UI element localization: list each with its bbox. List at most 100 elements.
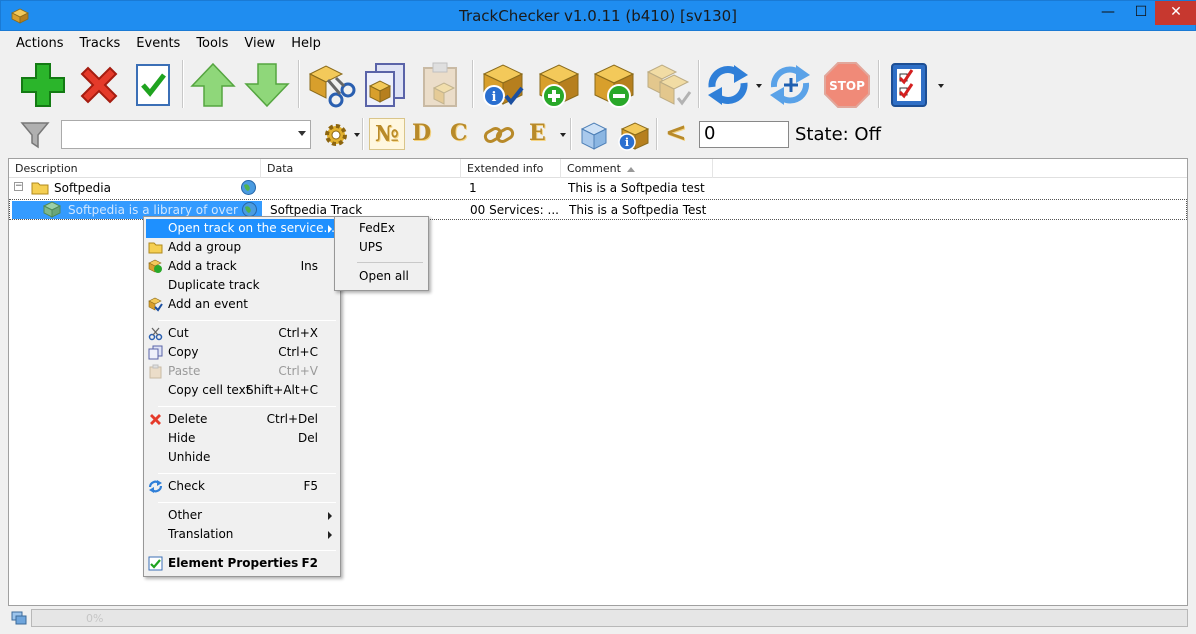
gear-icon[interactable]: [322, 121, 350, 149]
column-header-comment[interactable]: Comment: [561, 159, 713, 178]
menu-item-label: Other: [168, 508, 203, 522]
menu-tools[interactable]: Tools: [188, 34, 236, 54]
menu-item-check[interactable]: Check F5: [146, 477, 338, 496]
stop-icon[interactable]: STOP: [823, 61, 871, 109]
package-info-small-icon[interactable]: i: [616, 119, 650, 151]
minimize-button[interactable]: —: [1093, 1, 1123, 25]
submenu-item-open-all[interactable]: Open all: [359, 269, 409, 283]
maximize-button[interactable]: ☐: [1126, 1, 1156, 25]
close-button[interactable]: ✕: [1155, 1, 1196, 25]
box-open-icon[interactable]: [578, 119, 610, 151]
list-header: Description Data Extended info Comment: [9, 159, 1187, 178]
filter-combobox[interactable]: [61, 120, 311, 149]
package-check-icon: [148, 297, 163, 312]
refresh-all-icon[interactable]: [766, 61, 816, 109]
progress-bar: 0%: [31, 609, 1188, 627]
menu-item-hide[interactable]: Hide Del: [146, 429, 338, 448]
toolbar-separator: [298, 60, 300, 108]
menu-item-open-track-on-service[interactable]: Open track on the service...: [146, 219, 338, 238]
submenu-item-ups[interactable]: UPS: [359, 240, 383, 254]
sort-c-button[interactable]: C: [450, 120, 468, 146]
row-comment: This is a Softpedia test: [568, 181, 705, 195]
menu-tracks[interactable]: Tracks: [72, 34, 129, 54]
menu-item-duplicate-track[interactable]: Duplicate track: [146, 276, 338, 295]
menu-item-label: Translation: [168, 527, 234, 541]
refresh-icon[interactable]: [704, 61, 752, 109]
menu-separator: [158, 473, 336, 474]
chevron-down-icon[interactable]: [298, 131, 306, 136]
package-add-icon[interactable]: [534, 60, 584, 110]
cut-icon[interactable]: [306, 60, 356, 110]
menu-bar: Actions Tracks Events Tools View Help: [8, 34, 329, 54]
copy-icon: [148, 345, 163, 360]
row-extended-info: 00 Services: ...: [470, 203, 559, 217]
sort-d-button[interactable]: D: [412, 120, 431, 146]
menu-help[interactable]: Help: [283, 34, 329, 54]
menu-item-cut[interactable]: Cut Ctrl+X: [146, 324, 338, 343]
title-bar: TrackChecker v1.0.11 (b410) [sv130] — ☐ …: [0, 0, 1196, 31]
menu-item-label: Add an event: [168, 297, 248, 311]
filter-icon[interactable]: [20, 119, 50, 151]
copy-icon[interactable]: [360, 60, 410, 110]
globe-icon[interactable]: [240, 179, 257, 196]
menu-item-label: Cut: [168, 326, 189, 340]
menu-events[interactable]: Events: [128, 34, 188, 54]
svg-text:STOP: STOP: [829, 79, 865, 93]
checklist-icon[interactable]: [886, 60, 932, 110]
menu-item-add-track[interactable]: Add a track Ins: [146, 257, 338, 276]
menu-view[interactable]: View: [236, 34, 283, 54]
column-header-description[interactable]: Description: [9, 159, 261, 178]
count-input[interactable]: 0: [699, 121, 789, 148]
menu-item-shortcut: Ins: [300, 259, 318, 273]
filter-toolbar: № D C E i < 0 State: Off: [8, 116, 1188, 154]
delete-icon: [150, 414, 161, 425]
package-remove-icon[interactable]: [589, 60, 639, 110]
move-down-icon[interactable]: [244, 62, 290, 108]
column-header-data[interactable]: Data: [261, 159, 461, 178]
menu-item-copy[interactable]: Copy Ctrl+C: [146, 343, 338, 362]
menu-item-label: Duplicate track: [168, 278, 260, 292]
menu-item-shortcut: Ctrl+C: [278, 345, 318, 359]
menu-item-delete[interactable]: Delete Ctrl+Del: [146, 410, 338, 429]
package-info-icon[interactable]: i: [478, 60, 528, 110]
menu-item-translation[interactable]: Translation: [146, 525, 338, 544]
folder-icon: [31, 182, 49, 195]
menu-item-add-group[interactable]: Add a group: [146, 238, 338, 257]
paste-icon[interactable]: [416, 60, 466, 110]
status-bar: 0%: [0, 608, 1196, 634]
collapse-icon[interactable]: −: [14, 182, 23, 191]
menu-actions[interactable]: Actions: [8, 34, 72, 54]
checklist-dropdown-arrow[interactable]: [938, 84, 944, 88]
menu-item-label: Element Properties: [168, 556, 299, 570]
refresh-dropdown-arrow[interactable]: [756, 84, 762, 88]
column-header-extended-info[interactable]: Extended info: [461, 159, 561, 178]
menu-item-copy-cell-text[interactable]: Copy cell text Shift+Alt+C: [146, 381, 338, 400]
sort-e-button[interactable]: E: [529, 120, 546, 146]
delete-icon[interactable]: [76, 62, 122, 108]
row-comment: This is a Softpedia Test: [569, 203, 707, 217]
menu-item-unhide[interactable]: Unhide: [146, 448, 338, 467]
submenu-item-fedex[interactable]: FedEx: [359, 221, 395, 235]
move-up-icon[interactable]: [190, 62, 236, 108]
menu-item-add-event[interactable]: Add an event: [146, 295, 338, 314]
service-submenu: FedEx UPS Open all: [334, 216, 429, 291]
sort-number-button[interactable]: №: [369, 118, 405, 150]
sort-dropdown-arrow[interactable]: [560, 133, 566, 137]
link-icon[interactable]: [483, 122, 515, 148]
menu-item-element-properties[interactable]: Element Properties F2: [146, 554, 338, 573]
submenu-arrow-icon: [328, 512, 332, 520]
row-extended-info: 1: [469, 181, 477, 195]
add-icon[interactable]: [18, 60, 68, 110]
gear-dropdown-arrow[interactable]: [354, 133, 360, 137]
network-icon: [11, 611, 27, 625]
refresh-icon: [148, 480, 163, 493]
menu-item-other[interactable]: Other: [146, 506, 338, 525]
table-row[interactable]: − Softpedia 1 This is a Softpedia test: [9, 178, 1187, 199]
package-icon: [42, 201, 62, 218]
row-description: Softpedia is a library of over 1: [68, 203, 243, 217]
menu-item-paste[interactable]: Paste Ctrl+V: [146, 362, 338, 381]
checkmark-icon[interactable]: [132, 61, 174, 109]
column-header-comment-label: Comment: [567, 162, 621, 175]
less-than-button[interactable]: <: [665, 118, 687, 148]
packages-check-icon[interactable]: [644, 60, 694, 110]
